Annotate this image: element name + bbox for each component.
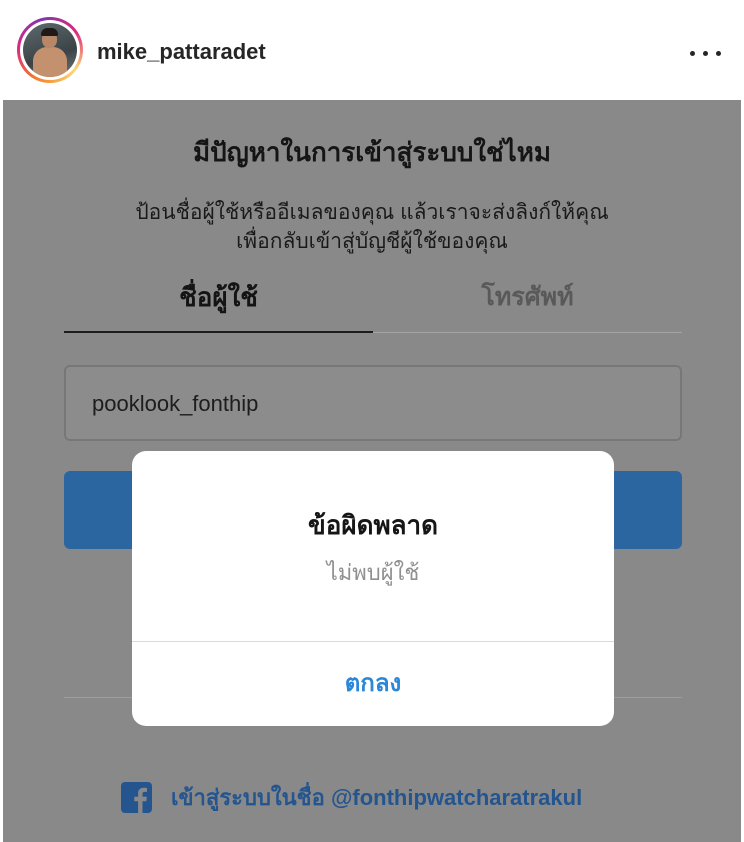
subtitle-line-2: เพื่อกลับเข้าสู่บัญชีผู้ใช้ของคุณ	[236, 230, 508, 253]
active-tab-indicator	[64, 331, 373, 333]
dialog-title: ข้อผิดพลาด	[307, 510, 439, 540]
username-input[interactable]: pooklook_fonthip	[64, 365, 682, 441]
avatar[interactable]	[17, 17, 83, 83]
more-horizontal-icon[interactable]	[684, 40, 726, 66]
post-header: mike_pattaradet	[0, 0, 744, 100]
subtitle-line-1: ป้อนชื่อผู้ใช้หรืออีเมลของคุณ แล้วเราจะส…	[135, 201, 609, 224]
username-input-value: pooklook_fonthip	[92, 391, 259, 416]
page-title: มีปัญหาในการเข้าสู่ระบบใช่ไหม	[192, 137, 552, 167]
error-dialog: ข้อผิดพลาด ไม่พบผู้ใช้ ตกลง	[132, 451, 614, 726]
tab-phone[interactable]: โทรศัพท์	[373, 278, 682, 316]
dialog-message: ไม่พบผู้ใช้	[326, 560, 420, 585]
profile-photo	[23, 23, 77, 77]
facebook-login-label: เข้าสู่ระบบในชื่อ @fonthipwatcharatrakul	[171, 785, 583, 810]
tab-username[interactable]: ชื่อผู้ใช้	[64, 278, 373, 316]
ok-button[interactable]: ตกลง	[132, 642, 614, 726]
post-username[interactable]: mike_pattaradet	[97, 38, 266, 66]
facebook-login-link[interactable]: เข้าสู่ระบบในชื่อ @fonthipwatcharatrakul	[121, 780, 641, 814]
tab-divider	[373, 332, 682, 333]
facebook-icon	[121, 782, 152, 813]
